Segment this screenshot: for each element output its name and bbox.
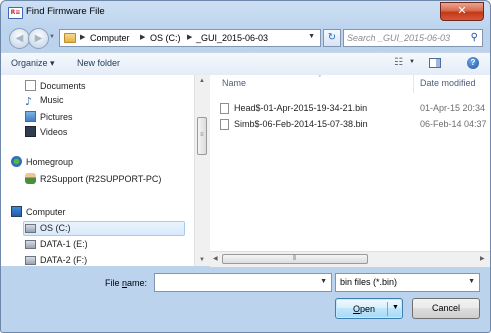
open-options-dropdown-icon[interactable]: ▼ (392, 304, 399, 311)
column-divider[interactable] (413, 75, 414, 93)
homegroup-icon (11, 156, 22, 167)
column-header-date-modified[interactable]: Date modified (420, 78, 476, 88)
documents-icon (25, 80, 36, 91)
nav-item-label: Homegroup (26, 157, 74, 167)
breadcrumb-drive[interactable]: OS (C:) (150, 33, 181, 43)
videos-icon (25, 126, 36, 137)
refresh-button[interactable]: ↻ (323, 29, 341, 47)
back-button[interactable]: ◀ (9, 28, 30, 49)
file-dialog-window: R≡ Find Firmware File ✕ ◀ ▶ ▼ ▶ Computer… (0, 0, 491, 333)
filter-dropdown-icon[interactable]: ▼ (468, 278, 475, 285)
drive-icon (25, 256, 36, 265)
music-icon: ♪ (25, 95, 33, 108)
address-dropdown-icon[interactable]: ▼ (308, 33, 315, 40)
file-list-pane: ˅ Name Date modified Head$-01-Apr-2015-1… (210, 75, 490, 249)
scroll-right-arrow-icon[interactable]: ▶ (480, 255, 485, 262)
file-name-input[interactable] (157, 277, 307, 287)
nav-item-homegroup[interactable]: Homegroup (11, 156, 73, 167)
window-title: Find Firmware File (26, 6, 105, 17)
folder-icon (64, 33, 76, 43)
breadcrumb-folder[interactable]: _GUI_2015-06-03 (196, 33, 268, 43)
sort-indicator-icon: ˅ (318, 75, 322, 80)
forward-button[interactable]: ▶ (28, 28, 49, 49)
command-toolbar: Organize ▾ New folder ☷ ▼ ? (1, 52, 490, 76)
breadcrumb-computer[interactable]: Computer (90, 33, 130, 43)
nav-item-label: DATA-2 (F:) (40, 255, 88, 265)
nav-item-r2support[interactable]: R2Support (R2SUPPORT-PC) (25, 173, 161, 184)
file-type-filter-value: bin files (*.bin) (340, 277, 398, 287)
new-folder-button[interactable]: New folder (77, 58, 120, 68)
file-horizontal-scrollbar[interactable]: ◀ ⦀ ▶ (210, 251, 490, 267)
address-bar[interactable]: ▶ Computer ▶ OS (C:) ▶ _GUI_2015-06-03 ▼ (59, 29, 321, 47)
nav-item-label: DATA-1 (E:) (40, 239, 88, 249)
open-button[interactable]: Open ▼ (335, 298, 403, 319)
breadcrumb-separator-icon: ▶ (80, 34, 86, 41)
title-bar: R≡ Find Firmware File ✕ (1, 1, 490, 25)
file-type-filter-select[interactable]: bin files (*.bin) ▼ (335, 273, 480, 292)
refresh-icon: ↻ (327, 32, 337, 43)
nav-item-music[interactable]: ♪ Music (25, 95, 64, 108)
scroll-up-arrow-icon[interactable]: ▲ (199, 78, 205, 84)
nav-item-label: Documents (40, 81, 86, 91)
nav-item-data-1[interactable]: DATA-1 (E:) (25, 239, 88, 249)
close-button[interactable]: ✕ (440, 2, 484, 21)
file-date-modified: 06-Feb-14 04:37 (420, 119, 487, 129)
scroll-down-arrow-icon[interactable]: ▼ (199, 257, 205, 263)
navigation-pane: Documents ♪ Music Pictures Videos Homegro… (1, 75, 194, 266)
file-name-field[interactable]: ▼ (154, 273, 332, 292)
nav-item-computer[interactable]: Computer (11, 206, 66, 217)
forward-arrow-icon: ▶ (34, 33, 43, 44)
drive-icon (25, 240, 36, 249)
file-date-modified: 01-Apr-15 20:34 (420, 103, 486, 113)
view-options-dropdown-icon[interactable]: ▼ (409, 59, 415, 65)
nav-item-label: Videos (40, 127, 68, 137)
pictures-icon (25, 111, 36, 122)
nav-item-data-2[interactable]: DATA-2 (F:) (25, 255, 87, 265)
open-button-label: Open (353, 304, 376, 314)
cancel-button[interactable]: Cancel (412, 298, 480, 319)
grip-icon: ≡ (200, 132, 204, 138)
nav-item-label: R2Support (R2SUPPORT-PC) (40, 174, 162, 184)
file-icon (220, 119, 229, 130)
file-name: Simb$-06-Feb-2014-15-07-38.bin (234, 119, 368, 129)
scrollbar-thumb[interactable]: ⦀ (222, 254, 368, 264)
file-name-label: File name: (105, 278, 148, 288)
nav-item-pictures[interactable]: Pictures (25, 111, 73, 122)
file-row[interactable]: Head$-01-Apr-2015-19-34-21.bin 01-Apr-15… (216, 103, 490, 115)
nav-item-label: Pictures (40, 112, 73, 122)
change-view-icon[interactable]: ☷ (394, 57, 403, 68)
preview-pane-icon[interactable] (429, 58, 441, 68)
recent-locations-dropdown-icon[interactable]: ▼ (49, 34, 55, 40)
nav-item-documents[interactable]: Documents (25, 80, 86, 91)
nav-item-videos[interactable]: Videos (25, 126, 67, 137)
grip-icon: ⦀ (293, 255, 297, 262)
nav-item-label: Music (40, 95, 64, 105)
drive-icon (25, 224, 36, 233)
search-box[interactable]: ⚲ (343, 29, 483, 47)
scroll-left-arrow-icon[interactable]: ◀ (213, 255, 218, 262)
file-row[interactable]: Simb$-06-Feb-2014-15-07-38.bin 06-Feb-14… (216, 119, 490, 131)
user-icon (25, 173, 36, 184)
dialog-content: Documents ♪ Music Pictures Videos Homegro… (1, 75, 490, 267)
file-name: Head$-01-Apr-2015-19-34-21.bin (234, 103, 368, 113)
search-input[interactable] (347, 32, 465, 44)
help-icon[interactable]: ? (467, 57, 479, 69)
breadcrumb-separator-icon: ▶ (187, 34, 193, 41)
nav-item-label: OS (C:) (40, 223, 71, 233)
nav-item-os-c[interactable]: OS (C:) (25, 223, 71, 233)
app-icon: R≡ (8, 7, 23, 19)
file-name-dropdown-icon[interactable]: ▼ (320, 278, 327, 285)
file-icon (220, 103, 229, 114)
column-header-name[interactable]: Name (222, 78, 246, 88)
scrollbar-thumb[interactable]: ≡ (197, 117, 207, 155)
split-divider (387, 302, 388, 316)
back-arrow-icon: ◀ (15, 33, 24, 44)
breadcrumb-separator-icon: ▶ (140, 34, 146, 41)
search-icon[interactable]: ⚲ (471, 32, 478, 43)
computer-icon (11, 206, 22, 217)
nav-item-label: Computer (26, 207, 66, 217)
nav-vertical-scrollbar[interactable]: ▲ ≡ ▼ (194, 75, 210, 266)
organize-button[interactable]: Organize ▾ (11, 58, 55, 69)
